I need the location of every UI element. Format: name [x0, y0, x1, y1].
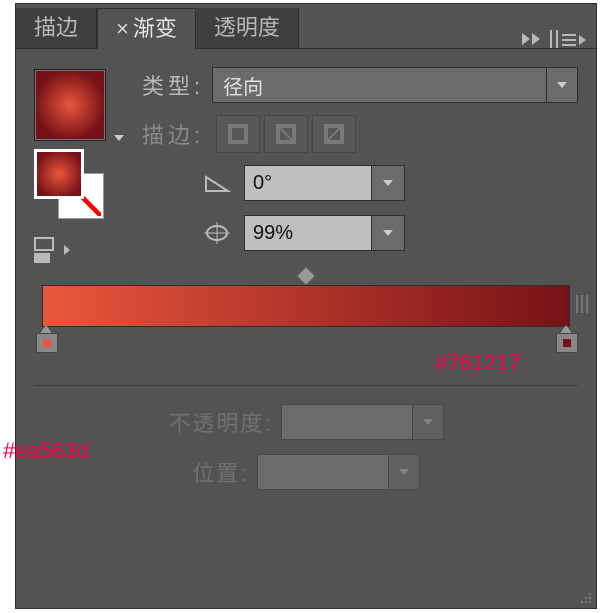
flyout-menu-icon[interactable] [562, 32, 588, 46]
stroke-mode-1 [216, 115, 260, 153]
label-stroke: 描边: [142, 118, 204, 150]
label-type: 类型: [142, 69, 204, 101]
tab-gradient[interactable]: ×渐变 [97, 8, 196, 49]
aspect-ratio-field[interactable] [244, 215, 405, 251]
type-select[interactable]: 径向 [212, 67, 578, 103]
tab-stroke[interactable]: 描边 [16, 8, 97, 48]
gradient-track[interactable] [42, 285, 570, 327]
stroke-mode-3 [312, 115, 356, 153]
chevron-down-icon [546, 68, 577, 102]
angle-icon [200, 168, 234, 198]
divider-icon [550, 30, 552, 48]
gradient-slider[interactable] [42, 277, 570, 357]
fill-stroke-swatches[interactable] [34, 149, 104, 219]
label-opacity: 不透明度: [168, 406, 272, 438]
angle-field[interactable] [244, 165, 405, 201]
fill-swatch[interactable] [34, 149, 84, 199]
angle-input[interactable] [245, 166, 371, 200]
gradient-preview[interactable] [34, 69, 106, 141]
color-stop-right[interactable] [556, 325, 576, 351]
close-icon: × [116, 16, 129, 41]
chevron-down-icon[interactable] [371, 216, 404, 250]
stroke-mode-2 [264, 115, 308, 153]
preview-dropdown-icon[interactable] [114, 135, 124, 141]
tab-transparency[interactable]: 透明度 [196, 8, 299, 48]
slider-guide-icon [576, 295, 590, 313]
fast-forward-icon[interactable] [522, 33, 540, 45]
gradient-panel: 描边 ×渐变 透明度 [15, 3, 597, 609]
aspect-ratio-input[interactable] [245, 216, 371, 250]
opacity-field [281, 404, 444, 440]
aspect-ratio-icon [200, 218, 234, 248]
annotation-right-hex: #761217 [435, 350, 521, 376]
annotation-left-hex: #ea563d [3, 438, 89, 464]
tab-gradient-label: 渐变 [133, 16, 177, 41]
resize-grip-icon[interactable] [578, 590, 592, 604]
label-position: 位置: [192, 456, 248, 488]
position-field [257, 454, 420, 490]
chevron-down-icon[interactable] [371, 166, 404, 200]
color-stop-left[interactable] [36, 325, 56, 351]
swap-icon[interactable] [34, 237, 74, 263]
tab-bar: 描边 ×渐变 透明度 [16, 4, 596, 49]
midpoint-stop[interactable] [296, 266, 316, 286]
type-value: 径向 [213, 71, 546, 100]
